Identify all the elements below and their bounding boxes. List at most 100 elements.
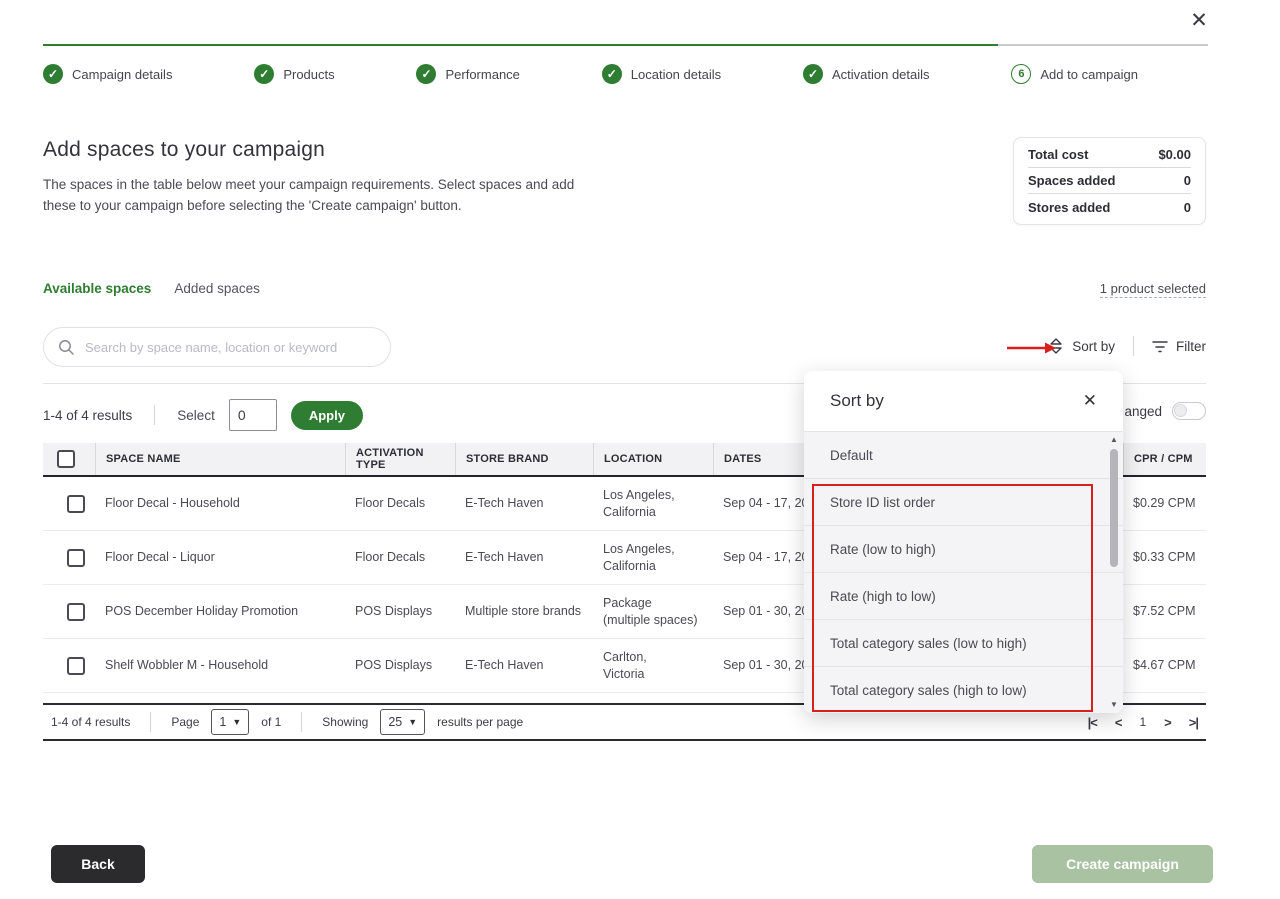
check-icon: ✓ (803, 64, 823, 84)
sort-option-sales-desc[interactable]: Total category sales (high to low) (804, 666, 1123, 713)
product-selected-link[interactable]: 1 product selected (1100, 281, 1206, 298)
col-location: LOCATION (593, 443, 713, 475)
summary-label: Total cost (1028, 147, 1088, 162)
step-products[interactable]: ✓ Products (254, 64, 334, 84)
toggle-group: anged (1124, 402, 1206, 420)
filter-button[interactable]: Filter (1152, 339, 1206, 354)
header-checkbox-cell (43, 443, 95, 475)
back-button[interactable]: Back (51, 845, 145, 883)
apply-button[interactable]: Apply (291, 401, 363, 430)
step-label: Add to campaign (1040, 67, 1138, 82)
store-brand-cell: E-Tech Haven (455, 639, 593, 692)
filter-label: Filter (1176, 339, 1206, 354)
select-count-input[interactable] (229, 399, 277, 431)
search-box (43, 327, 391, 367)
col-cpr-cpm: CPR / CPM (1123, 443, 1206, 475)
col-space-name: SPACE NAME (95, 443, 345, 475)
cpr-cpm-cell: $0.33 CPM (1123, 531, 1206, 584)
per-page-select[interactable]: 25 ▼ (380, 709, 425, 735)
pagination-left: 1-4 of 4 results Page 1 ▼ of 1 Showing 2… (43, 709, 523, 735)
location-cell: Los Angeles,California (593, 531, 713, 584)
step-performance[interactable]: ✓ Performance (416, 64, 519, 84)
tab-available-spaces[interactable]: Available spaces (43, 281, 151, 296)
chevron-down-icon: ▼ (408, 717, 417, 727)
per-page-label: results per page (437, 715, 523, 729)
popup-scrollbar[interactable]: ▲ ▼ (1108, 435, 1120, 709)
pagination-count: 1-4 of 4 results (51, 715, 130, 729)
toolbar-divider (1133, 336, 1134, 356)
step-label: Products (283, 67, 334, 82)
pagination-divider (301, 712, 302, 732)
col-store-brand: STORE BRAND (455, 443, 593, 475)
add-to-campaign-modal: ✕ ✓ Campaign details ✓ Products ✓ Perfor… (0, 0, 1280, 899)
sort-option-default[interactable]: Default (804, 431, 1123, 478)
space-name-cell: Floor Decal - Household (95, 477, 345, 530)
check-icon: ✓ (254, 64, 274, 84)
scroll-up-icon[interactable]: ▲ (1108, 435, 1120, 444)
location-cell: Package(multiple spaces) (593, 585, 713, 638)
tab-added-spaces[interactable]: Added spaces (174, 281, 260, 296)
search-icon (58, 339, 75, 356)
row-checkbox-cell (43, 585, 95, 638)
activation-type-cell: POS Displays (345, 639, 455, 692)
summary-spaces-added: Spaces added 0 (1028, 168, 1191, 194)
store-brand-cell: E-Tech Haven (455, 477, 593, 530)
sort-icon (1048, 337, 1064, 355)
next-page-button[interactable]: > (1164, 715, 1171, 730)
first-page-button[interactable]: |< (1088, 715, 1097, 730)
col-activation-type: ACTIVATION TYPE (345, 443, 455, 475)
page-description: The spaces in the table below meet your … (43, 175, 588, 217)
step-activation-details[interactable]: ✓ Activation details (803, 64, 930, 84)
per-page-select-value: 25 (388, 715, 402, 729)
page-label: Page (171, 715, 199, 729)
scrollbar-thumb[interactable] (1110, 449, 1118, 567)
stepper: ✓ Campaign details ✓ Products ✓ Performa… (43, 64, 1138, 84)
step-add-to-campaign[interactable]: 6 Add to campaign (1011, 64, 1138, 84)
chevron-down-icon: ▼ (232, 717, 241, 727)
stepper-progress-track (43, 44, 1208, 46)
summary-label: Spaces added (1028, 173, 1115, 188)
step-campaign-details[interactable]: ✓ Campaign details (43, 64, 172, 84)
sort-option-rate-asc[interactable]: Rate (low to high) (804, 525, 1123, 572)
sort-option-store-id[interactable]: Store ID list order (804, 478, 1123, 525)
prev-page-button[interactable]: < (1115, 715, 1122, 730)
row-checkbox[interactable] (67, 495, 85, 513)
sort-option-sales-asc[interactable]: Total category sales (low to high) (804, 619, 1123, 666)
scroll-down-icon[interactable]: ▼ (1108, 700, 1120, 709)
search-input[interactable] (85, 340, 376, 355)
summary-value: 0 (1184, 173, 1191, 188)
store-brand-cell: E-Tech Haven (455, 531, 593, 584)
sort-by-label: Sort by (1072, 339, 1115, 354)
row-checkbox[interactable] (67, 657, 85, 675)
row-checkbox[interactable] (67, 603, 85, 621)
sort-filter-toolbar: Sort by Filter (1048, 336, 1206, 356)
step-label: Location details (631, 67, 721, 82)
page-title: Add spaces to your campaign (43, 138, 325, 162)
location-cell: Carlton,Victoria (593, 639, 713, 692)
step-label: Campaign details (72, 67, 172, 82)
sort-popup-close-icon[interactable]: ✕ (1083, 391, 1097, 411)
step-label: Activation details (832, 67, 930, 82)
sort-popup-title: Sort by (830, 391, 884, 411)
sort-options-list: Default Store ID list order Rate (low to… (804, 431, 1123, 713)
space-name-cell: Shelf Wobbler M - Household (95, 639, 345, 692)
sort-option-rate-desc[interactable]: Rate (high to low) (804, 572, 1123, 619)
toggle-label-fragment: anged (1124, 404, 1162, 419)
cpr-cpm-cell: $7.52 CPM (1123, 585, 1206, 638)
select-all-checkbox[interactable] (57, 450, 75, 468)
row-checkbox-cell (43, 531, 95, 584)
last-page-button[interactable]: >| (1189, 715, 1198, 730)
sort-by-button[interactable]: Sort by (1048, 337, 1115, 355)
toggle-switch[interactable] (1172, 402, 1206, 420)
activation-type-cell: POS Displays (345, 585, 455, 638)
pagination-divider (150, 712, 151, 732)
modal-close-icon[interactable]: ✕ (1186, 8, 1212, 34)
row-checkbox[interactable] (67, 549, 85, 567)
filter-icon (1152, 339, 1168, 353)
step-location-details[interactable]: ✓ Location details (602, 64, 721, 84)
create-campaign-button[interactable]: Create campaign (1032, 845, 1213, 883)
cpr-cpm-cell: $0.29 CPM (1123, 477, 1206, 530)
page-select[interactable]: 1 ▼ (211, 709, 249, 735)
row-checkbox-cell (43, 639, 95, 692)
page-select-value: 1 (219, 715, 226, 729)
